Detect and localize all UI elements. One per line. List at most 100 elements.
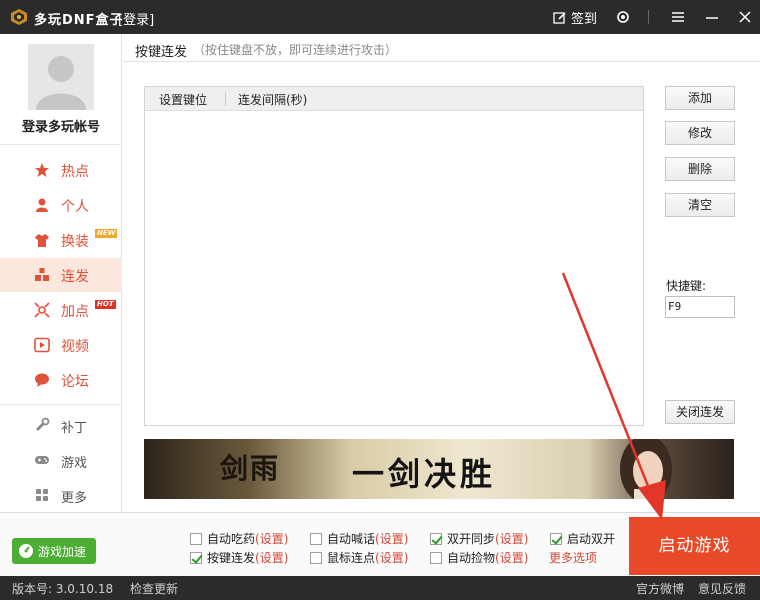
default-avatar-icon [36, 56, 86, 110]
page-title: 按键连发 [135, 45, 188, 60]
sidebar-item-hot[interactable]: 热点 [0, 153, 122, 187]
settings-link[interactable]: (设置) [255, 530, 288, 547]
signin-label: 签到 [571, 12, 598, 27]
weibo-link[interactable]: 官方微博 [636, 580, 684, 597]
banner-logo: 剑雨 [220, 452, 281, 485]
sidebar-item-video[interactable]: 视频 [0, 328, 122, 362]
version-label: 版本号: 3.0.10.18 [12, 582, 114, 596]
sidebar-item-label: 连发 [61, 269, 89, 285]
close-rapid-fire-button[interactable]: 关闭连发 [665, 400, 735, 424]
option-dual-sync[interactable]: 双开同步 (设置) [430, 530, 528, 547]
app-title: 多玩DNF盒子 [34, 13, 124, 28]
add-button[interactable]: 添加 [665, 86, 735, 110]
settings-link[interactable]: (设置) [255, 549, 288, 566]
banner-character-image [620, 439, 672, 499]
settings-link[interactable]: (设置) [375, 530, 408, 547]
sidebar-item-personal[interactable]: 个人 [0, 188, 122, 222]
new-badge: NEW [95, 229, 118, 238]
divider [0, 144, 122, 145]
gamepad-icon [35, 456, 49, 464]
hot-badge: HOT [95, 300, 116, 309]
settings-link[interactable]: (设置) [495, 549, 528, 566]
feedback-link[interactable]: 意见反馈 [698, 580, 746, 597]
crosshair-icon [34, 302, 50, 318]
sidebar-item-rapid-fire[interactable]: 连发 [0, 258, 122, 292]
titlebar-divider [648, 10, 649, 24]
game-speedup-label: 游戏加速 [38, 544, 87, 559]
checkbox[interactable] [190, 551, 202, 564]
speedometer-icon [19, 544, 33, 558]
launch-game-button[interactable]: 启动游戏 [629, 517, 760, 575]
checkbox[interactable] [550, 532, 562, 545]
checkbox[interactable] [310, 532, 322, 545]
checkbox[interactable] [190, 532, 202, 545]
sidebar-item-label: 更多 [61, 491, 88, 506]
person-icon [36, 198, 48, 212]
grid-icon [36, 489, 48, 501]
checkbox[interactable] [430, 532, 442, 545]
column-header-key[interactable]: 设置键位 [159, 91, 207, 108]
clear-button[interactable]: 清空 [665, 193, 735, 217]
banner-slogan: 一剑决胜 [352, 455, 497, 493]
modify-button[interactable]: 修改 [665, 121, 735, 145]
ad-banner[interactable]: 剑雨 一剑决胜 [144, 439, 734, 499]
sidebar-item-label: 论坛 [61, 374, 89, 390]
option-auto-pickup[interactable]: 自动捡物 (设置) [430, 549, 528, 566]
sidebar-item-games[interactable]: 游戏 [0, 443, 122, 477]
option-label: 双开同步 [447, 532, 496, 546]
option-label: 自动喊话 [327, 532, 376, 546]
column-header-interval[interactable]: 连发间隔(秒) [238, 91, 307, 108]
status-bar: 版本号: 3.0.10.18 检查更新 官方微博 意见反馈 [0, 576, 760, 600]
checkbox[interactable] [310, 551, 322, 564]
wrench-icon [35, 417, 50, 432]
option-label: 鼠标连点 [327, 551, 376, 565]
option-auto-shout[interactable]: 自动喊话 (设置) [310, 530, 408, 547]
sidebar-item-label: 热点 [61, 164, 89, 180]
option-label: 按键连发 [207, 551, 256, 565]
game-speedup-button[interactable]: 游戏加速 [12, 538, 96, 564]
page-hint: （按住键盘不放，即可连续进行攻击） [193, 43, 398, 57]
sidebar-item-more[interactable]: 更多 [0, 478, 122, 512]
hotkey-input[interactable]: F9 [665, 296, 735, 318]
settings-link[interactable]: (设置) [375, 549, 408, 566]
app-logo-icon [11, 9, 27, 25]
menu-icon[interactable] [669, 8, 687, 26]
sidebar-item-label: 加点 [61, 304, 89, 320]
option-key-rapid-fire[interactable]: 按键连发 (设置) [190, 549, 288, 566]
sidebar: 登录多玩帐号 热点 个人 换装 NEW 连发 加点 HOT 视频 论坛 补丁 游… [0, 34, 122, 512]
sidebar-item-label: 游戏 [61, 456, 88, 471]
column-divider [225, 92, 226, 106]
divider [0, 404, 122, 405]
option-label: 启动双开 [567, 532, 616, 546]
signin-button[interactable]: 签到 [553, 8, 597, 27]
sidebar-item-forum[interactable]: 论坛 [0, 363, 122, 397]
sidebar-item-label: 换装 [61, 234, 89, 250]
table-header: 设置键位 连发间隔(秒) [145, 87, 643, 111]
sidebar-item-patch[interactable]: 补丁 [0, 408, 122, 442]
close-icon[interactable] [736, 8, 754, 26]
edit-icon [553, 11, 566, 24]
chat-icon [35, 373, 49, 387]
star-icon [35, 163, 49, 177]
option-label: 自动捡物 [447, 551, 496, 565]
settings-link[interactable]: (设置) [495, 530, 528, 547]
option-label: 自动吃药 [207, 532, 256, 546]
blocks-icon [35, 268, 49, 281]
minimize-icon[interactable] [703, 8, 721, 26]
check-update-link[interactable]: 检查更新 [130, 580, 178, 597]
play-icon [34, 337, 50, 353]
sidebar-item-outfit[interactable]: 换装 NEW [0, 223, 122, 257]
option-mouse-click[interactable]: 鼠标连点 (设置) [310, 549, 408, 566]
checkbox[interactable] [430, 551, 442, 564]
option-start-dual[interactable]: 启动双开 [550, 530, 615, 547]
avatar[interactable] [28, 44, 94, 110]
key-list-table[interactable]: 设置键位 连发间隔(秒) [144, 86, 644, 426]
settings-icon[interactable] [614, 8, 632, 26]
delete-button[interactable]: 删除 [665, 157, 735, 181]
sidebar-item-label: 个人 [61, 199, 89, 215]
account-login-label[interactable]: 登录多玩帐号 [0, 116, 122, 135]
option-auto-potion[interactable]: 自动吃药 (设置) [190, 530, 288, 547]
more-options-link[interactable]: 更多选项 [549, 549, 597, 566]
login-link[interactable]: [登录] [118, 9, 154, 28]
sidebar-item-skill-points[interactable]: 加点 HOT [0, 293, 122, 327]
